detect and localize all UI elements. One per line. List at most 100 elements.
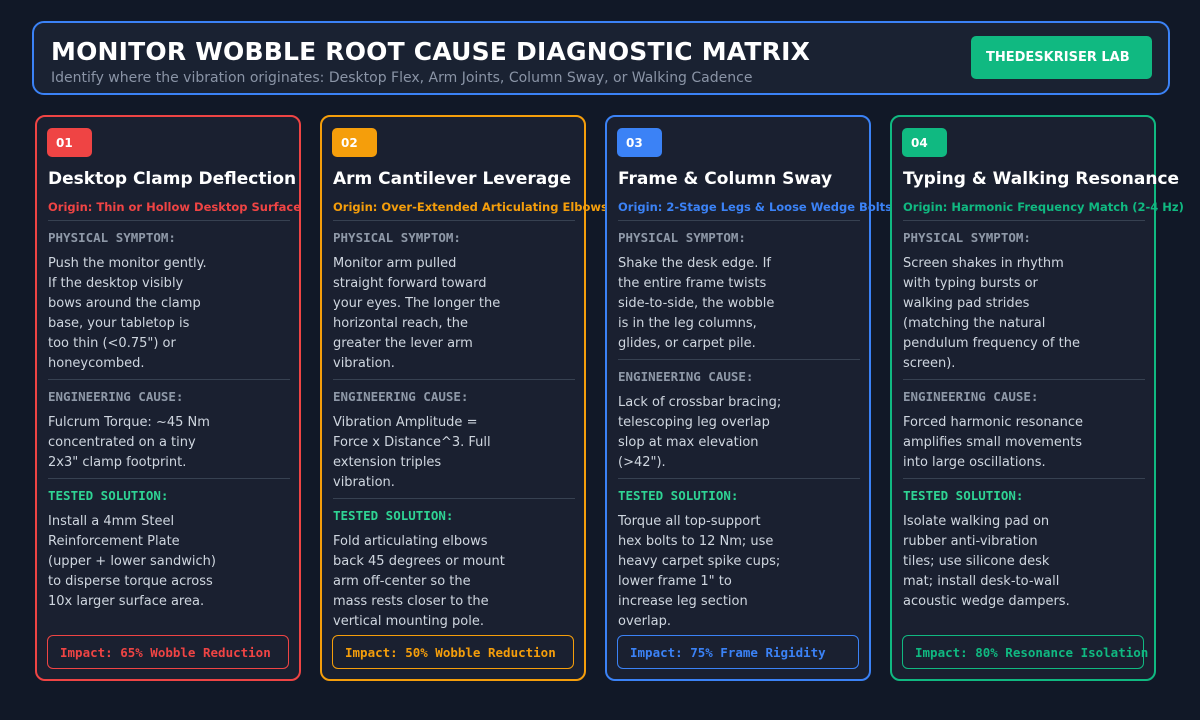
symptom-text: Push the monitor gently. If the desktop v… — [48, 254, 207, 374]
section-divider — [333, 379, 575, 380]
cause-line: Lack of crossbar bracing; — [618, 395, 782, 410]
solution-line: increase leg section — [618, 594, 748, 609]
cause-line: (>42"). — [618, 455, 666, 470]
symptom-label: PHYSICAL SYMPTOM: — [48, 230, 176, 245]
solution-line: lower frame 1" to — [618, 574, 732, 589]
card-number-badge: 01 — [47, 128, 92, 157]
symptom-line: greater the lever arm — [333, 336, 473, 351]
cause-label: ENGINEERING CAUSE: — [618, 369, 754, 384]
section-divider — [333, 220, 575, 221]
solution-line: arm off-center so the — [333, 574, 471, 589]
card-title: Frame & Column Sway — [618, 169, 833, 189]
symptom-line: honeycombed. — [48, 356, 145, 371]
section-divider — [618, 359, 860, 360]
card-title: Arm Cantilever Leverage — [333, 169, 571, 189]
cause-line: into large oscillations. — [903, 455, 1046, 470]
impact-badge: Impact: 50% Wobble Reduction — [332, 635, 574, 669]
card-origin: Origin: Over-Extended Articulating Elbow… — [333, 200, 608, 214]
symptom-text: Shake the desk edge. If the entire frame … — [618, 254, 774, 354]
symptom-text: Monitor arm pulled straight forward towar… — [333, 254, 500, 374]
solution-label: TESTED SOLUTION: — [333, 508, 454, 523]
card-number-badge: 03 — [617, 128, 662, 157]
cause-line: Forced harmonic resonance — [903, 415, 1084, 430]
section-divider — [333, 498, 575, 499]
cause-line: extension triples — [333, 455, 442, 470]
symptom-line: Shake the desk edge. If — [618, 256, 771, 271]
solution-line: Reinforcement Plate — [48, 534, 180, 549]
cause-text: Fulcrum Torque: ~45 Nm concentrated on a … — [48, 413, 210, 473]
diagnostic-card-02: 02 Arm Cantilever Leverage Origin: Over-Ex… — [320, 115, 608, 681]
symptom-line: If the desktop visibly — [48, 276, 184, 291]
symptom-line: base, your tabletop is — [48, 316, 190, 331]
solution-line: vertical mounting pole. — [333, 614, 484, 629]
section-divider — [48, 220, 290, 221]
solution-text: Torque all top-support hex bolts to 12 Nm… — [618, 512, 780, 632]
section-divider — [903, 220, 1145, 221]
solution-line: Fold articulating elbows — [333, 534, 488, 549]
card-origin: Origin: Harmonic Frequency Match (2-4 Hz… — [903, 200, 1184, 214]
section-divider — [903, 379, 1145, 380]
lab-badge[interactable]: THEDESKRISER LAB — [971, 36, 1152, 79]
cause-line: Force x Distance^3. Full — [333, 435, 491, 450]
symptom-line: your eyes. The longer the — [333, 296, 501, 311]
card-title: Typing & Walking Resonance — [903, 169, 1180, 189]
solution-text: Install a 4mm Steel Reinforcement Plate (u… — [48, 512, 216, 612]
impact-badge: Impact: 80% Resonance Isolation — [902, 635, 1148, 669]
cause-text: Vibration Amplitude = Force x Distance^3.… — [333, 413, 491, 493]
symptom-label: PHYSICAL SYMPTOM: — [333, 230, 461, 245]
page-subtitle: Identify where the vibration originates:… — [51, 70, 753, 86]
section-divider — [48, 478, 290, 479]
symptom-line: too thin (<0.75") or — [48, 336, 176, 351]
solution-label: TESTED SOLUTION: — [903, 488, 1024, 503]
cause-label: ENGINEERING CAUSE: — [903, 389, 1039, 404]
cause-line: Fulcrum Torque: ~45 Nm — [48, 415, 210, 430]
symptom-line: bows around the clamp — [48, 296, 201, 311]
symptom-line: straight forward toward — [333, 276, 487, 291]
cause-line: telescoping leg overlap — [618, 415, 770, 430]
symptom-line: vibration. — [333, 356, 395, 371]
cause-line: vibration. — [333, 475, 395, 490]
cause-line: Vibration Amplitude = — [333, 415, 478, 430]
cause-line: amplifies small movements — [903, 435, 1083, 450]
cause-label: ENGINEERING CAUSE: — [48, 389, 184, 404]
symptom-line: side-to-side, the wobble — [618, 296, 775, 311]
solution-line: mass rests closer to the — [333, 594, 489, 609]
symptom-line: glides, or carpet pile. — [618, 336, 756, 351]
cause-line: slop at max elevation — [618, 435, 759, 450]
solution-line: (upper + lower sandwich) — [48, 554, 216, 569]
solution-label: TESTED SOLUTION: — [48, 488, 169, 503]
solution-line: Torque all top-support — [618, 514, 761, 529]
symptom-line: horizontal reach, the — [333, 316, 468, 331]
symptom-line: (matching the natural — [903, 316, 1046, 331]
cause-text: Lack of crossbar bracing; telescoping leg… — [618, 393, 781, 473]
symptom-label: PHYSICAL SYMPTOM: — [618, 230, 746, 245]
card-number-badge: 04 — [902, 128, 947, 157]
solution-line: tiles; use silicone desk — [903, 554, 1050, 569]
card-origin: Origin: 2-Stage Legs & Loose Wedge Bolts — [618, 200, 893, 214]
solution-label: TESTED SOLUTION: — [618, 488, 739, 503]
page-title: MONITOR WOBBLE ROOT CAUSE DIAGNOSTIC MAT… — [51, 37, 811, 66]
cause-label: ENGINEERING CAUSE: — [333, 389, 469, 404]
solution-line: mat; install desk-to-wall — [903, 574, 1060, 589]
symptom-line: the entire frame twists — [618, 276, 767, 291]
header-panel: MONITOR WOBBLE ROOT CAUSE DIAGNOSTIC MAT… — [32, 21, 1170, 95]
diagnostic-card-03: 03 Frame & Column Sway Origin: 2-Stage Leg… — [605, 115, 892, 681]
solution-line: back 45 degrees or mount — [333, 554, 505, 569]
cause-text: Forced harmonic resonance amplifies small… — [903, 413, 1083, 473]
card-title: Desktop Clamp Deflection — [48, 169, 297, 189]
card-number-badge: 02 — [332, 128, 377, 157]
diagnostic-card-04: 04 Typing & Walking Resonance Origin: Harm… — [890, 115, 1184, 681]
card-origin: Origin: Thin or Hollow Desktop Surface — [48, 200, 302, 214]
solution-line: 10x larger surface area. — [48, 594, 205, 609]
solution-line: to disperse torque across — [48, 574, 213, 589]
symptom-line: walking pad strides — [903, 296, 1030, 311]
section-divider — [618, 220, 860, 221]
cause-line: concentrated on a tiny — [48, 435, 196, 450]
cause-line: 2x3" clamp footprint. — [48, 455, 187, 470]
symptom-line: is in the leg columns, — [618, 316, 757, 331]
symptom-line: screen). — [903, 356, 956, 371]
symptom-line: with typing bursts or — [903, 276, 1038, 291]
symptom-line: Monitor arm pulled — [333, 256, 457, 271]
diagnostic-card-01: 01 Desktop Clamp Deflection Origin: Thin o… — [35, 115, 301, 681]
section-divider — [48, 379, 290, 380]
